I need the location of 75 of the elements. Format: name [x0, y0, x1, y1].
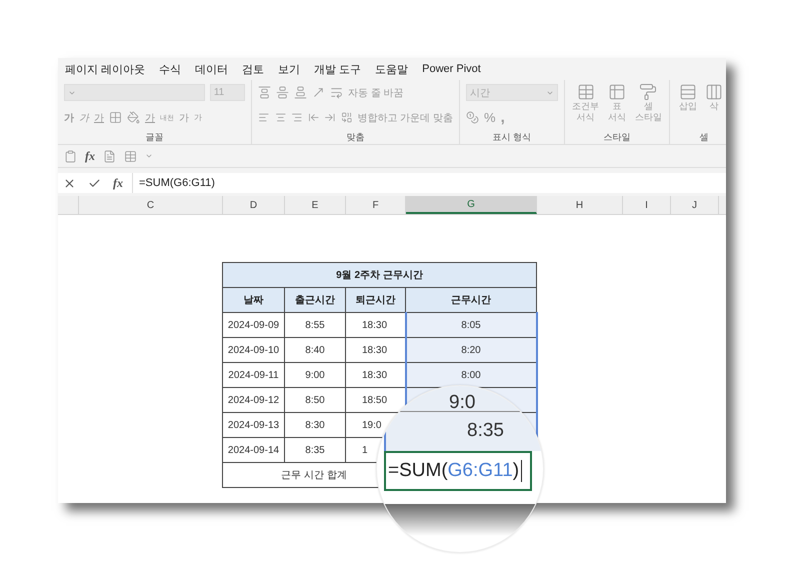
insert-function-button[interactable]: fx — [85, 148, 95, 164]
align-top-icon[interactable] — [258, 86, 271, 99]
customize-caret-icon[interactable] — [145, 152, 153, 160]
font-name-field[interactable] — [64, 84, 205, 101]
group-label: 맞춤 — [346, 131, 366, 144]
ribbon-tab[interactable]: 개발 도구 — [314, 62, 362, 76]
formula-cell[interactable]: =SUM(G6:G11) — [384, 451, 532, 491]
ribbon-tab[interactable]: 도움말 — [375, 62, 408, 76]
wrap-text-icon[interactable] — [330, 86, 343, 99]
close-icon[interactable] — [63, 176, 76, 190]
insert-function-button[interactable]: fx — [113, 176, 123, 190]
table-cell: 2024-09-10 — [222, 338, 284, 362]
column-heading: 퇴근시간 — [346, 288, 406, 312]
magnified-value: 9:0 — [449, 392, 476, 414]
check-icon[interactable] — [88, 176, 101, 190]
formula-field[interactable]: =SUM(G6:G11) — [132, 173, 726, 193]
fill-color-icon[interactable] — [127, 111, 140, 124]
table-icon[interactable] — [124, 150, 137, 162]
table-style-icon — [608, 83, 626, 101]
table-cell: 8:55 — [284, 312, 346, 338]
table-cell: 8:40 — [284, 338, 346, 362]
table-cell: 8:20 — [406, 338, 536, 362]
table-cell: 2024-09-14 — [222, 438, 284, 462]
table-cell: 8:30 — [284, 412, 346, 438]
group-label: 셀 — [698, 131, 710, 144]
column-header[interactable]: E — [285, 196, 346, 214]
column-header[interactable]: C — [79, 196, 223, 214]
ribbon-tab[interactable]: 검토 — [242, 62, 264, 76]
column-heading: 날짜 — [222, 288, 284, 312]
column-header[interactable]: J — [671, 196, 719, 214]
table-cell: 18:30 — [346, 338, 406, 362]
increase-indent-icon[interactable] — [324, 111, 336, 124]
column-header[interactable]: I — [623, 196, 671, 214]
paste-icon[interactable] — [64, 150, 77, 162]
cells-icon — [679, 83, 697, 101]
ribbon-tab[interactable]: 수식 — [159, 62, 182, 76]
table-title: 9월 2주차 근무시간 — [222, 262, 536, 288]
column-header[interactable]: H — [537, 196, 623, 214]
document-icon[interactable] — [103, 150, 116, 162]
table-cell: 8:00 — [406, 362, 536, 388]
ribbon-tab[interactable]: Power Pivot — [422, 63, 481, 75]
ribbon-tab[interactable]: 보기 — [278, 62, 300, 76]
column-heading: 근무시간 — [406, 288, 536, 312]
align-left-icon[interactable] — [258, 111, 270, 124]
table-cell: 8:50 — [284, 388, 346, 412]
group-label: 스타일 — [602, 131, 632, 144]
column-header[interactable]: D — [223, 196, 285, 214]
table-cell: 18:30 — [346, 312, 406, 338]
table-cell: 2024-09-09 — [222, 312, 284, 338]
table-cell: 8:35 — [284, 438, 346, 462]
group-label: 표시 형식 — [492, 131, 532, 144]
group-label: 글꼴 — [144, 131, 164, 144]
table-cell: 2024-09-12 — [222, 388, 284, 412]
align-center-icon[interactable] — [274, 111, 286, 124]
table-style-icon — [576, 83, 595, 101]
table-cell: 18:30 — [346, 362, 406, 388]
borders-icon[interactable] — [109, 111, 122, 124]
table-cell: 2024-09-13 — [222, 412, 284, 438]
align-middle-icon[interactable] — [276, 86, 289, 99]
currency-icon[interactable] — [466, 111, 479, 124]
decrease-indent-icon[interactable] — [308, 111, 320, 124]
table-cell: 2024-09-11 — [222, 362, 284, 388]
align-bottom-icon[interactable] — [294, 86, 307, 99]
ribbon-tab[interactable]: 데이터 — [195, 62, 228, 76]
orientation-icon[interactable] — [312, 86, 325, 99]
align-right-icon[interactable] — [291, 111, 303, 124]
column-heading: 출근시간 — [284, 288, 346, 312]
table-cell: 8:05 — [406, 312, 536, 338]
cells-icon — [705, 83, 723, 101]
ribbon-tab[interactable]: 페이지 레이아웃 — [65, 62, 146, 76]
table-style-icon — [639, 83, 658, 101]
table-cell: 9:00 — [284, 362, 346, 388]
merge-icon[interactable] — [340, 111, 352, 124]
magnified-value: 8:35 — [467, 420, 504, 442]
column-header[interactable]: G — [406, 196, 537, 214]
